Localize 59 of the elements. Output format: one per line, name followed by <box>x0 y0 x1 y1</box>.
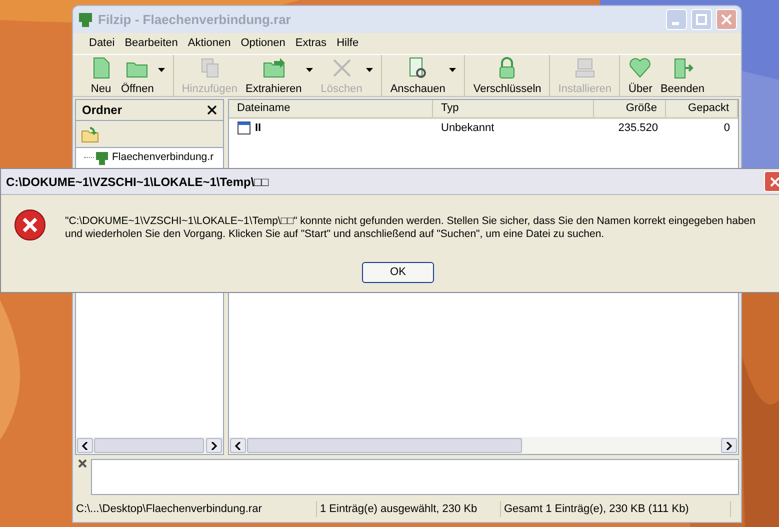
window-file-icon <box>237 121 251 135</box>
error-icon <box>13 208 47 242</box>
ok-button[interactable]: OK <box>362 262 434 283</box>
table-cell-text: Unbekannt <box>441 120 494 136</box>
toolbar-button[interactable]: Über <box>624 54 656 98</box>
folder-up-icon[interactable] <box>80 124 100 144</box>
error-message: "C:\DOKUME~1\VZSCHI~1\LOKALE~1\Temp\□□" konnte nicht gefunden werden. Stellen Sie sicher, dass Sie den Namen korrekt eingegeben haben und wiederholen Sie den Vorgang. Klicken Sie auf "Start" und anschließend auf "Suchen", um eine Datei zu suchen. <box>65 214 756 242</box>
status-text: 1 Einträg(e) ausgewählt, 230 Kb <box>317 500 501 518</box>
column-header[interactable]: Gepackt <box>666 100 738 117</box>
menu-item[interactable]: Datei <box>85 35 119 52</box>
table-cell-text: 235.520 <box>618 120 658 136</box>
scroll-left-button[interactable] <box>230 438 246 453</box>
chevron-right-icon <box>726 442 732 450</box>
menu-item[interactable]: Bearbeiten <box>120 35 182 52</box>
scrollbar[interactable] <box>76 437 223 454</box>
column-header[interactable]: Größe <box>594 100 666 117</box>
heart-icon <box>628 56 652 80</box>
scrollbar[interactable] <box>229 437 738 454</box>
caret-icon[interactable] <box>158 68 165 72</box>
toolbar-button[interactable]: Extrahieren <box>241 54 306 98</box>
menu-item[interactable]: Extras <box>291 35 331 52</box>
scroll-right-button[interactable] <box>721 438 737 453</box>
app-icon <box>77 11 94 28</box>
chevron-right-icon <box>211 442 217 450</box>
panel-title: Ordner <box>82 102 122 119</box>
toolbar-button[interactable]: Öffnen <box>117 54 158 98</box>
scroll-thumb[interactable] <box>94 438 204 453</box>
column-header[interactable]: Typ <box>433 100 594 117</box>
close-icon[interactable] <box>207 105 217 115</box>
status-text: Gesamt 1 Einträg(e), 230 KB (111 Kb) <box>501 500 731 518</box>
archive-icon <box>94 150 110 166</box>
scroll-right-button[interactable] <box>206 438 222 453</box>
dialog-title: C:\DOKUME~1\VZSCHI~1\LOKALE~1\Temp\□□ <box>6 174 270 190</box>
close-button[interactable] <box>764 171 779 192</box>
caret-icon[interactable] <box>449 68 456 72</box>
folder-arrow-icon <box>262 56 286 80</box>
toolbar-button[interactable]: Beenden <box>656 54 709 98</box>
toolbar-button[interactable]: Verschlüsseln <box>469 54 546 98</box>
menu-item[interactable]: Hilfe <box>332 35 363 52</box>
toolbar-button[interactable]: Neu <box>85 54 117 98</box>
menu-item[interactable]: Aktionen <box>184 35 235 52</box>
scroll-thumb[interactable] <box>247 438 522 453</box>
table-cell-text: II <box>255 120 262 136</box>
tree-item[interactable]: Flaechenverbindung.r <box>112 150 214 166</box>
chevron-left-icon <box>235 442 241 450</box>
table-cell-text: 0 <box>724 120 730 136</box>
column-header[interactable]: Dateiname <box>229 100 433 117</box>
caret-icon[interactable] <box>306 68 313 72</box>
status-text: C:\...\Desktop\Flaechenverbindung.rar <box>73 500 317 518</box>
close-icon <box>721 14 732 25</box>
chevron-left-icon <box>82 442 88 450</box>
close-icon[interactable] <box>78 459 86 468</box>
scroll-left-button[interactable] <box>77 438 93 453</box>
toolbar-button[interactable]: Anschauen <box>386 54 450 98</box>
close-icon <box>770 176 779 186</box>
maximize-icon <box>696 14 707 25</box>
minimize-icon <box>672 22 678 24</box>
window-title: Filzip - Flaechenverbindung.rar <box>98 10 292 29</box>
menu-item[interactable]: Optionen <box>236 35 290 52</box>
